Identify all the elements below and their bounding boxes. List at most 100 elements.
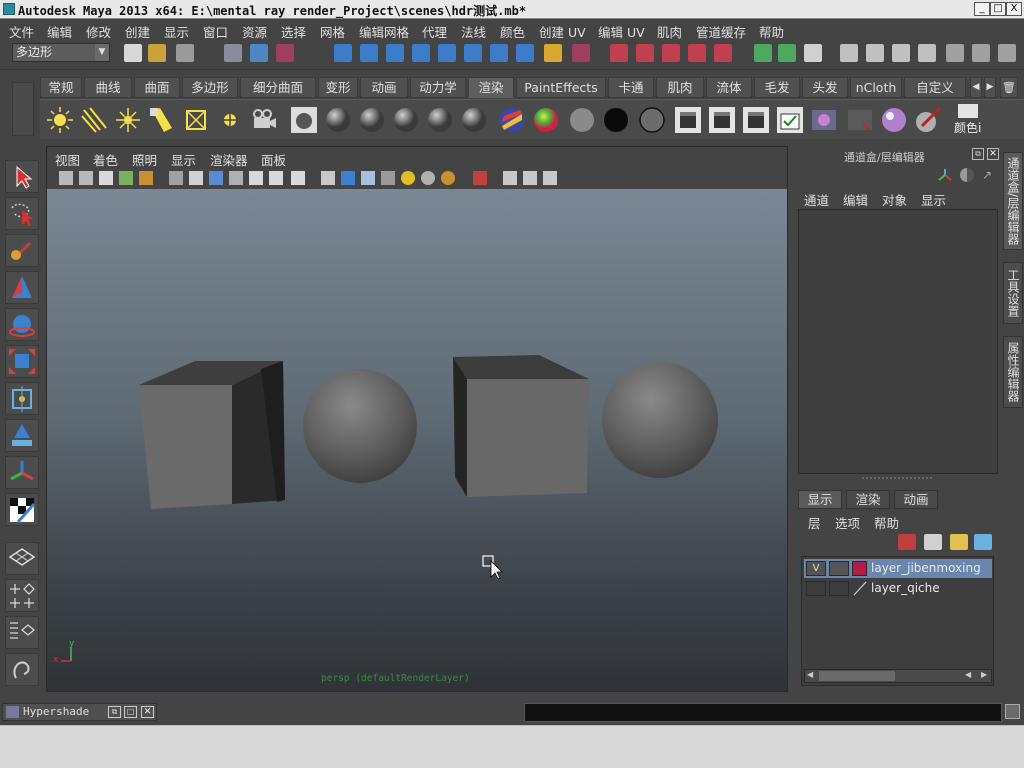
hypershade-minimized-window[interactable]: Hypershade ⧉ □ ✕ [2, 703, 157, 721]
spot-light-icon[interactable] [148, 106, 176, 134]
shelf-tab-surfaces[interactable]: 曲面 [134, 77, 180, 98]
batch-render-icon[interactable] [810, 106, 838, 134]
shading-map-icon[interactable] [638, 106, 666, 134]
layer-row-qiche[interactable]: layer_qiche [804, 579, 992, 598]
shelf-tab-curves[interactable]: 曲线 [84, 77, 132, 98]
four-view-layout-button[interactable] [5, 579, 39, 612]
select-handles-icon[interactable] [334, 44, 352, 62]
layer-color-empty-icon[interactable] [852, 581, 867, 596]
menu-proxy[interactable]: 代理 [422, 22, 447, 41]
snap-to-curve-icon[interactable] [636, 44, 654, 62]
outliner-persp-layout-button[interactable] [5, 616, 39, 649]
toggle-modeling-toolkit-icon[interactable] [946, 44, 964, 62]
layer-menu-options[interactable]: 选项 [835, 513, 860, 532]
shelf-tab-animation[interactable]: 动画 [360, 77, 408, 98]
snap-to-point-icon[interactable] [662, 44, 680, 62]
single-perspective-layout-button[interactable] [5, 542, 39, 575]
hardware-texturing-icon[interactable] [441, 171, 455, 185]
ipr-render-icon[interactable] [866, 44, 884, 62]
perspective-view-canvas[interactable]: y x persp (defaultRenderLayer) [47, 189, 787, 691]
channel-box-menu-show[interactable]: 显示 [921, 190, 946, 209]
wireframe-on-shaded-icon[interactable] [361, 171, 375, 185]
ramp-shader-icon[interactable] [532, 106, 560, 134]
layer-color-swatch[interactable] [852, 561, 867, 576]
brush-icon[interactable]: ↗ [982, 168, 996, 182]
layer-tab-render[interactable]: 渲染 [846, 490, 890, 509]
show-hypershade-icon[interactable] [918, 44, 936, 62]
script-editor-icon[interactable] [1005, 704, 1020, 719]
soft-modification-button[interactable] [5, 419, 39, 452]
shelf-tab-fur[interactable]: 毛发 [754, 77, 800, 98]
xray-icon[interactable] [503, 171, 517, 185]
move-layer-up-icon[interactable] [898, 534, 916, 550]
select-by-object-icon[interactable] [250, 44, 268, 62]
render-settings-icon[interactable] [892, 44, 910, 62]
channel-box-area[interactable] [798, 209, 998, 474]
lasso-tool-button[interactable] [5, 197, 39, 230]
hypershade-restore-icon[interactable]: ⧉ [108, 706, 121, 718]
xray-active-components-icon[interactable] [543, 171, 557, 185]
field-chart-icon[interactable] [249, 171, 263, 185]
channel-box-menu-object[interactable]: 对象 [882, 190, 907, 209]
layer-menu-layers[interactable]: 层 [808, 513, 821, 532]
show-manipulator-button[interactable] [5, 456, 39, 489]
layer-tab-animation[interactable]: 动画 [894, 490, 938, 509]
menu-pipeline-cache[interactable]: 管道缓存 [696, 22, 746, 41]
create-empty-layer-icon[interactable] [950, 534, 968, 550]
layer-tab-display[interactable]: 显示 [798, 490, 842, 509]
anisotropic-material-icon[interactable] [460, 106, 488, 134]
panel-splitter[interactable] [862, 477, 932, 483]
menu-create-uv[interactable]: 创建 UV [539, 22, 586, 41]
channel-box-axis-icon[interactable] [938, 168, 952, 182]
select-rendering-icon[interactable] [490, 44, 508, 62]
surface-shader-icon[interactable] [568, 106, 596, 134]
two-d-pan-zoom-icon[interactable] [139, 171, 153, 185]
layer-display-type-toggle[interactable] [829, 561, 849, 576]
shelf-tab-toon[interactable]: 卡通 [608, 77, 654, 98]
menu-modify[interactable]: 修改 [86, 22, 111, 41]
select-misc-icon[interactable] [516, 44, 534, 62]
render-settings-check-icon[interactable] [776, 106, 804, 134]
select-curves-icon[interactable] [386, 44, 404, 62]
channel-box-menu-edit[interactable]: 编辑 [843, 190, 868, 209]
shelf-tab-ncloth[interactable]: nCloth [850, 77, 902, 98]
channel-box-menu-channels[interactable]: 通道 [804, 190, 829, 209]
render-view-icon[interactable] [674, 106, 702, 134]
phong-e-material-icon[interactable] [426, 106, 454, 134]
shelf-tab-fluids[interactable]: 流体 [706, 77, 752, 98]
select-deformations-icon[interactable] [438, 44, 456, 62]
layer-horizontal-scrollbar[interactable]: ◀ ◀ ▶ [804, 669, 992, 683]
layer-visibility-toggle[interactable]: V [806, 561, 826, 576]
shelf-tab-dynamics[interactable]: 动力学 [410, 77, 466, 98]
safe-title-icon[interactable] [291, 171, 305, 185]
tool-settings-toggle-button[interactable] [5, 653, 39, 686]
area-light-icon[interactable] [182, 106, 210, 134]
menu-edit[interactable]: 编辑 [47, 22, 72, 41]
menu-assets[interactable]: 资源 [242, 22, 267, 41]
hypershade-icon[interactable] [290, 106, 318, 134]
menu-color[interactable]: 颜色 [500, 22, 525, 41]
shelf-scroll-left-icon[interactable]: ◀ [970, 77, 982, 98]
menu-file[interactable]: 文件 [9, 22, 34, 41]
menu-select[interactable]: 选择 [281, 22, 306, 41]
select-camera-icon[interactable] [59, 171, 73, 185]
universal-manipulator-button[interactable] [5, 382, 39, 415]
close-window-button[interactable]: X [1006, 2, 1022, 16]
use-background-icon[interactable] [602, 106, 630, 134]
camera-attributes-icon[interactable] [79, 171, 93, 185]
render-current-frame-icon[interactable] [840, 44, 858, 62]
close-panel-icon[interactable]: ✕ [987, 148, 999, 160]
save-scene-icon[interactable] [176, 44, 194, 62]
grid-toggle-icon[interactable] [169, 171, 183, 185]
layer-display-type-toggle[interactable] [829, 581, 849, 596]
mental-ray-materials-icon[interactable] [880, 106, 908, 134]
snap-to-grid-icon[interactable] [610, 44, 628, 62]
snap-to-view-plane-icon[interactable] [688, 44, 706, 62]
scroll-left-icon[interactable]: ◀ [807, 670, 813, 679]
isolate-select-icon[interactable] [473, 171, 487, 185]
scroll-right-icon[interactable]: ▶ [981, 670, 987, 679]
move-layer-down-icon[interactable] [924, 534, 942, 550]
shelf-tab-muscle[interactable]: 肌肉 [656, 77, 704, 98]
highlight-selection-icon[interactable] [572, 44, 590, 62]
safe-action-icon[interactable] [269, 171, 283, 185]
